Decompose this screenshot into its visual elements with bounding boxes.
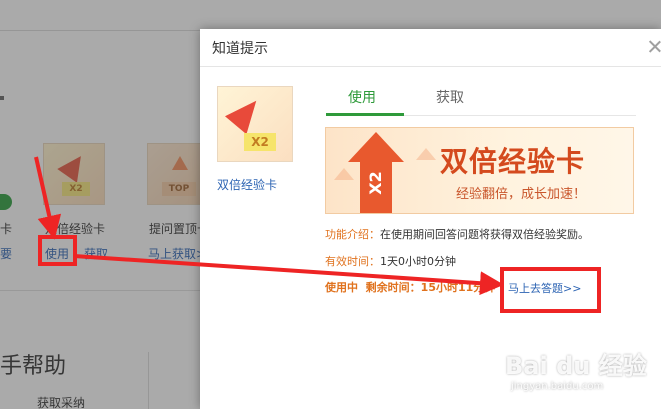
- tab-get[interactable]: 获取: [436, 87, 464, 107]
- dialog-title: 知道提示: [212, 41, 268, 57]
- highlight-answer-box: [500, 267, 601, 313]
- card-name: 双倍经验卡: [217, 178, 278, 192]
- dialog-header: 知道提示: [200, 29, 661, 67]
- watermark-url: jingyan.baidu.com: [511, 381, 604, 392]
- in-use-label: 使用中: [325, 281, 358, 294]
- active-tab-indicator: [326, 113, 404, 116]
- remaining-time: 剩余时间：15小时11分钟: [365, 281, 496, 294]
- ghost-arrow-icon: [334, 168, 354, 180]
- watermark-logo: Bai du 经验: [505, 352, 647, 380]
- double-exp-banner: X2 双倍经验卡 经验翻倍，成长加速！: [325, 127, 634, 214]
- banner-subtitle: 经验翻倍，成长加速！: [456, 187, 587, 202]
- function-text: 在使用期间回答问题将获得双倍经验奖励。: [380, 228, 589, 241]
- x2-badge: X2: [366, 171, 385, 195]
- validity-period: 有效时间：1天0小时0分钟: [325, 253, 456, 269]
- function-intro: 功能介绍：在使用期间回答问题将获得双倍经验奖励。: [325, 226, 589, 242]
- close-icon[interactable]: [648, 39, 661, 53]
- up-arrow-icon: [348, 132, 404, 162]
- validity-text: 1天0小时0分钟: [380, 255, 456, 268]
- double-exp-card-thumbnail: X2: [217, 86, 293, 162]
- ghost-arrow-icon: [416, 148, 436, 160]
- highlight-use-box: [38, 235, 77, 266]
- growth-arrow-icon: [224, 91, 268, 135]
- usage-status: 使用中 剩余时间：15小时11分钟: [325, 279, 495, 295]
- tab-use[interactable]: 使用: [348, 87, 376, 107]
- banner-title: 双倍经验卡: [440, 145, 586, 178]
- x2-badge: X2: [244, 133, 276, 151]
- baidu-jingyan-watermark: Bai du 经验 jingyan.baidu.com: [505, 346, 647, 392]
- validity-label: 有效时间：: [325, 255, 380, 268]
- function-label: 功能介绍：: [325, 228, 380, 241]
